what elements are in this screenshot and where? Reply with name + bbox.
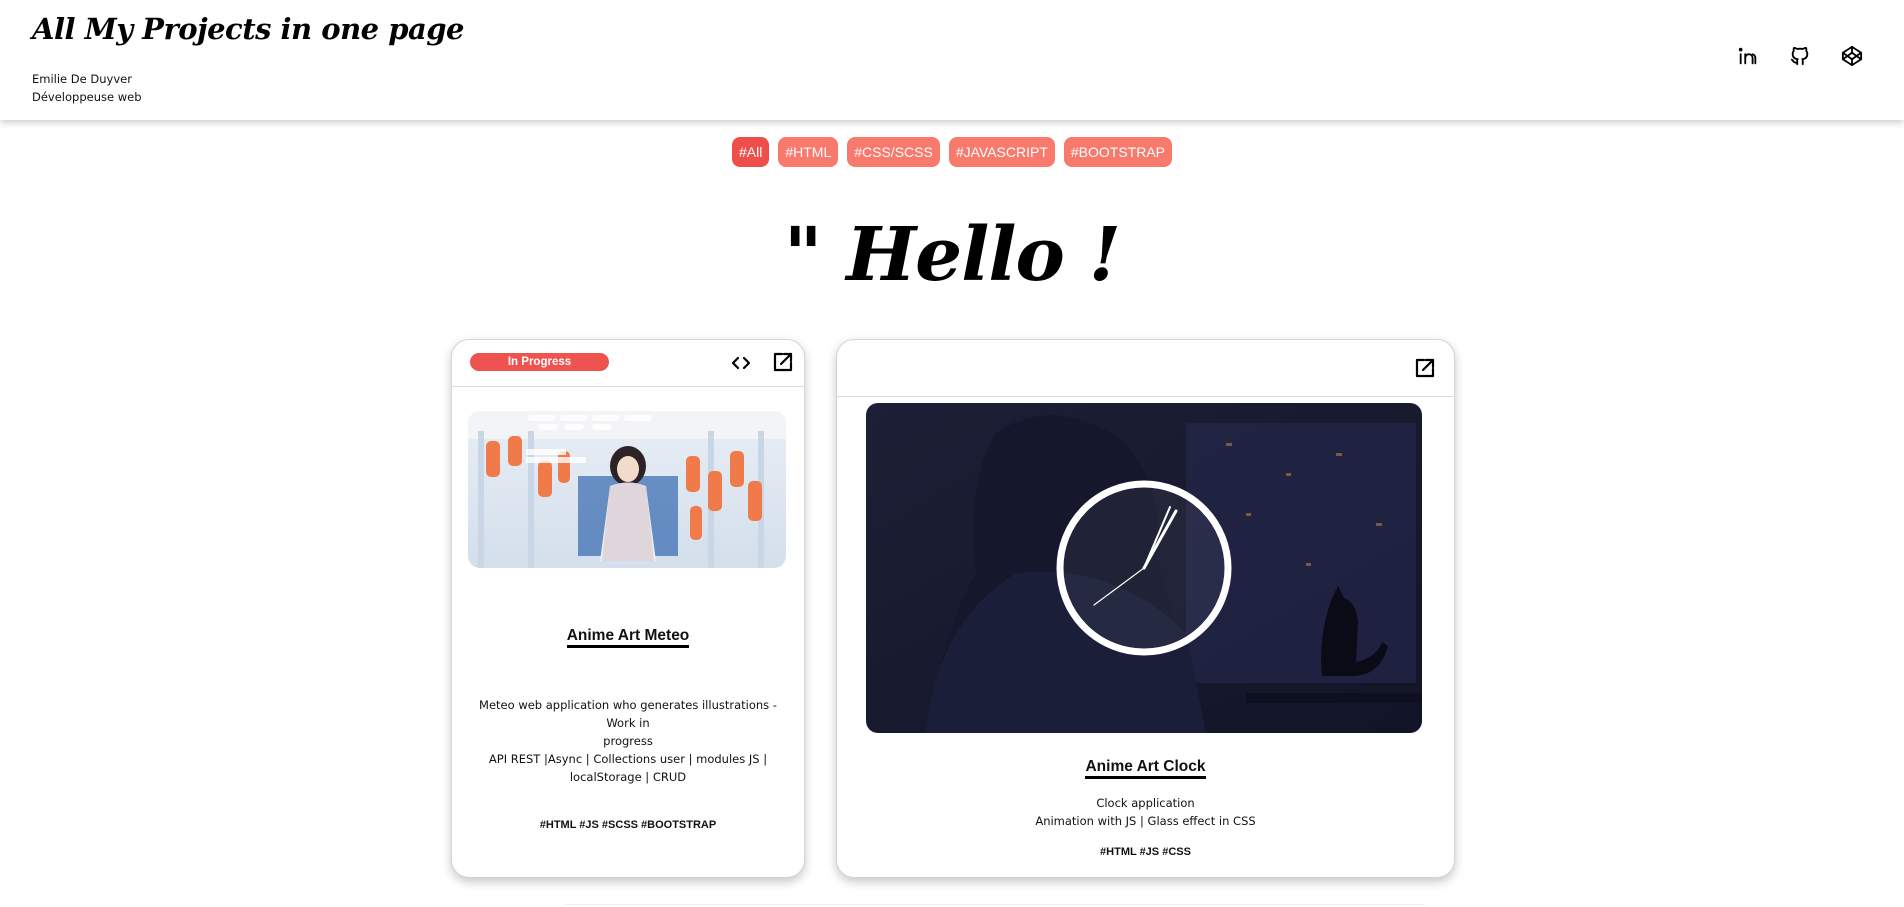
author-info: Emilie De Duyver Développeuse web bbox=[32, 70, 142, 106]
filter-html[interactable]: #HTML bbox=[778, 137, 839, 167]
codepen-icon bbox=[1841, 45, 1863, 67]
site-title: All My Projects in one page bbox=[32, 12, 465, 46]
filter-bar: #All #HTML #CSS/SCSS #JAVASCRIPT #BOOTST… bbox=[0, 137, 1904, 167]
project-description: Clock application Animation with JS | Gl… bbox=[1035, 796, 1256, 828]
project-card: In Progress Anime Art Meteo Meteo web ap… bbox=[451, 339, 805, 878]
filter-bootstrap[interactable]: #BOOTSTRAP bbox=[1063, 137, 1173, 167]
external-link-icon bbox=[773, 352, 793, 372]
hello-heading: " Hello ! bbox=[783, 212, 1121, 298]
status-badge: In Progress bbox=[470, 353, 609, 371]
project-description: Meteo web application who generates illu… bbox=[479, 698, 777, 784]
linkedin-link[interactable] bbox=[1736, 44, 1760, 68]
project-tags: #HTML #JS #SCSS #BOOTSTRAP bbox=[539, 819, 717, 831]
card-toolbar bbox=[837, 340, 1454, 397]
project-card: Anime Art Clock Clock application Animat… bbox=[836, 339, 1455, 878]
site-header: All My Projects in one page Emilie De Du… bbox=[0, 0, 1904, 120]
filter-javascript[interactable]: #JAVASCRIPT bbox=[948, 137, 1055, 167]
code-button[interactable] bbox=[728, 350, 754, 376]
social-links bbox=[1736, 44, 1864, 68]
project-title: Anime Art Clock bbox=[837, 758, 1454, 779]
author-name: Emilie De Duyver bbox=[32, 72, 132, 86]
card-toolbar: In Progress bbox=[452, 340, 804, 387]
project-thumbnail[interactable] bbox=[866, 403, 1422, 733]
filter-all[interactable]: #All bbox=[731, 137, 770, 167]
project-title: Anime Art Meteo bbox=[452, 627, 804, 648]
codepen-link[interactable] bbox=[1840, 44, 1864, 68]
code-icon bbox=[731, 356, 751, 370]
github-link[interactable] bbox=[1788, 44, 1812, 68]
anime-clock-illustration bbox=[866, 403, 1422, 733]
filter-css-scss[interactable]: #CSS/SCSS bbox=[847, 137, 940, 167]
external-link-icon bbox=[1415, 358, 1435, 378]
divider bbox=[565, 904, 1425, 905]
linkedin-icon bbox=[1738, 47, 1757, 65]
external-link-button[interactable] bbox=[770, 349, 796, 375]
project-thumbnail[interactable] bbox=[468, 411, 786, 568]
anime-train-illustration bbox=[468, 411, 786, 568]
author-role: Développeuse web bbox=[32, 90, 142, 104]
external-link-button[interactable] bbox=[1412, 355, 1438, 381]
project-tags: #HTML #JS #CSS bbox=[1100, 846, 1191, 858]
github-icon bbox=[1790, 46, 1809, 66]
